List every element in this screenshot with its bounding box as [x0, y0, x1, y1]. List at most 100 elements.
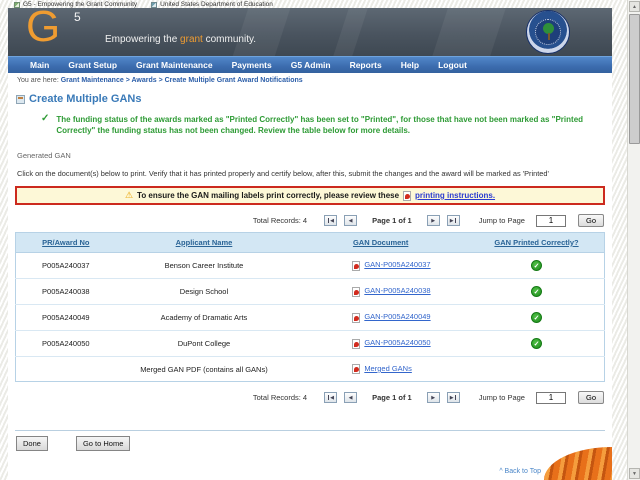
- breadcrumb: You are here: Grant Maintenance > Awards…: [8, 73, 612, 86]
- first-page-button[interactable]: ◀: [324, 392, 337, 403]
- header-gan-printed[interactable]: GAN Printed Correctly?: [494, 238, 578, 247]
- jump-to-page-input[interactable]: [536, 392, 566, 404]
- department-of-education-seal-icon: [526, 10, 570, 54]
- total-records-label: Total Records:: [253, 393, 301, 402]
- first-page-button[interactable]: ◀: [324, 215, 337, 226]
- nav-item-grant-setup[interactable]: Grant Setup: [68, 60, 117, 70]
- printed-status-cell: ✓: [469, 279, 605, 305]
- award-no-cell: P005A240038: [16, 279, 116, 305]
- gan-document-cell: GAN-P005A240037: [292, 253, 469, 279]
- page-status: Page 1 of 1: [372, 393, 412, 402]
- scrollbar-thumb[interactable]: [629, 14, 640, 144]
- print-instruction-text: Click on the document(s) below to print.…: [17, 169, 605, 178]
- award-no-cell: [16, 357, 116, 382]
- browser-tab-g5[interactable]: G5 - Empowering the Grant Community: [14, 1, 137, 8]
- g5-favicon-icon: [14, 2, 20, 8]
- nav-item-payments[interactable]: Payments: [232, 60, 272, 70]
- nav-item-main[interactable]: Main: [30, 60, 49, 70]
- pdf-icon: [352, 287, 360, 297]
- printed-status-cell: ✓: [469, 253, 605, 279]
- page-title-row: Create Multiple GANs: [16, 93, 605, 105]
- pagination-top: Total Records: 4 ◀ ◀ Page 1 of 1 ▶ ▶ Jum…: [15, 214, 604, 227]
- last-page-button[interactable]: ▶: [447, 215, 460, 226]
- printed-status-cell: [469, 357, 605, 382]
- applicant-cell: Benson Career Institute: [116, 253, 293, 279]
- table-row: P005A240038 Design School GAN-P005A24003…: [16, 279, 605, 305]
- table-row: P005A240049 Academy of Dramatic Arts GAN…: [16, 305, 605, 331]
- generated-gan-label: Generated GAN: [17, 151, 605, 160]
- tagline-post: community.: [203, 34, 256, 45]
- header-pr-award-no[interactable]: PR/Award No: [42, 238, 89, 247]
- gan-document-cell: Merged GANs: [292, 357, 469, 382]
- next-page-button[interactable]: ▶: [427, 392, 440, 403]
- banner-tagline: Empowering the grant community.: [105, 34, 256, 45]
- gan-document-link[interactable]: GAN-P005A240050: [364, 338, 430, 347]
- back-to-top-link[interactable]: ^ Back to Top: [499, 468, 541, 475]
- go-button[interactable]: Go: [578, 214, 604, 227]
- previous-page-button[interactable]: ◀: [344, 215, 357, 226]
- table-row: P005A240037 Benson Career Institute GAN-…: [16, 253, 605, 279]
- total-records: Total Records: 4: [253, 393, 307, 402]
- status-message: ✓ The funding status of the awards marke…: [41, 114, 605, 136]
- jump-to-page-label: Jump to Page: [479, 393, 525, 402]
- nav-item-g5-admin[interactable]: G5 Admin: [291, 60, 331, 70]
- gan-document-link[interactable]: GAN-P005A240037: [364, 260, 430, 269]
- pdf-icon: [352, 339, 360, 349]
- applicant-cell: Academy of Dramatic Arts: [116, 305, 293, 331]
- tagline-pre: Empowering the: [105, 34, 180, 45]
- nav-item-logout[interactable]: Logout: [438, 60, 467, 70]
- applicant-cell: Merged GAN PDF (contains all GANs): [116, 357, 293, 382]
- applicant-cell: DuPont College: [116, 331, 293, 357]
- merged-gans-link[interactable]: Merged GANs: [364, 364, 412, 373]
- nav-item-help[interactable]: Help: [401, 60, 419, 70]
- table-header-row: PR/Award No Applicant Name GAN Document …: [16, 233, 605, 253]
- scroll-down-button[interactable]: ▼: [629, 468, 640, 479]
- banner-photo-overlay: [425, 8, 505, 56]
- award-no-cell: P005A240050: [16, 331, 116, 357]
- printed-status-cell: ✓: [469, 305, 605, 331]
- next-page-button[interactable]: ▶: [427, 215, 440, 226]
- pdf-icon: [403, 191, 411, 201]
- go-to-home-button[interactable]: Go to Home: [76, 436, 130, 451]
- page-title: Create Multiple GANs: [29, 93, 141, 105]
- previous-page-button[interactable]: ◀: [344, 392, 357, 403]
- printing-instructions-link[interactable]: printing instructions.: [415, 191, 495, 200]
- vertical-scrollbar: ▲ ▼: [627, 0, 640, 480]
- printed-check-icon: ✓: [531, 312, 542, 323]
- scroll-up-button[interactable]: ▲: [629, 1, 640, 12]
- table-row-merged: Merged GAN PDF (contains all GANs) Merge…: [16, 357, 605, 382]
- status-message-text: The funding status of the awards marked …: [56, 114, 605, 136]
- browser-tab-bar: G5 - Empowering the Grant Community Unit…: [14, 0, 273, 9]
- footer-divider: [15, 430, 605, 431]
- award-no-cell: P005A240037: [16, 253, 116, 279]
- g5-banner: G 5 Empowering the grant community.: [8, 8, 612, 56]
- page-panel: G 5 Empowering the grant community. Main…: [8, 8, 612, 480]
- gan-document-link[interactable]: GAN-P005A240038: [364, 286, 430, 295]
- banner-photo-overlay: [325, 8, 370, 56]
- warning-text: To ensure the GAN mailing labels print c…: [137, 191, 399, 200]
- done-button[interactable]: Done: [16, 436, 48, 451]
- jump-to-page-input[interactable]: [536, 215, 566, 227]
- breadcrumb-path[interactable]: Grant Maintenance > Awards > Create Mult…: [61, 77, 303, 84]
- gan-document-cell: GAN-P005A240049: [292, 305, 469, 331]
- nav-item-reports[interactable]: Reports: [350, 60, 382, 70]
- header-gan-document[interactable]: GAN Document: [353, 238, 408, 247]
- tagline-accent: grant: [180, 34, 203, 45]
- ed-favicon-icon: [151, 2, 157, 8]
- total-records-label: Total Records:: [253, 216, 301, 225]
- browser-tab-label: United States Department of Education: [160, 1, 273, 8]
- printed-check-icon: ✓: [531, 338, 542, 349]
- total-records: Total Records: 4: [253, 216, 307, 225]
- seal-trunk: [548, 33, 550, 40]
- jump-to-page-label: Jump to Page: [479, 216, 525, 225]
- header-applicant-name[interactable]: Applicant Name: [176, 238, 233, 247]
- go-button[interactable]: Go: [578, 391, 604, 404]
- gan-document-link[interactable]: GAN-P005A240049: [364, 312, 430, 321]
- warning-icon: ⚠: [125, 191, 133, 200]
- nav-item-grant-maintenance[interactable]: Grant Maintenance: [136, 60, 213, 70]
- main-navigation: Main Grant Setup Grant Maintenance Payme…: [8, 56, 612, 73]
- last-page-button[interactable]: ▶: [447, 392, 460, 403]
- browser-tab-label: G5 - Empowering the Grant Community: [23, 1, 137, 8]
- gan-document-cell: GAN-P005A240038: [292, 279, 469, 305]
- browser-tab-ed[interactable]: United States Department of Education: [151, 1, 273, 8]
